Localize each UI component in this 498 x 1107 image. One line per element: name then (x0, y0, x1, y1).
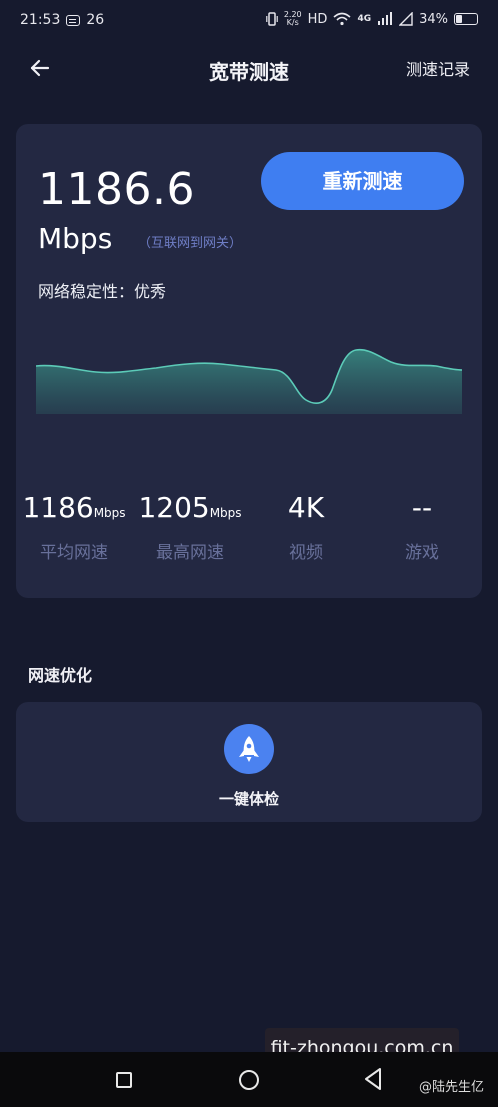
stat-unit: Mbps (93, 506, 126, 520)
signal2-icon (399, 12, 413, 26)
stat-number: 1186 (22, 491, 94, 524)
status-bar: 21:53 26 2.20 K/s HD 4G 34% (0, 0, 498, 44)
stat-value: 1186Mbps (16, 488, 132, 528)
battery-fill (456, 15, 462, 23)
signal-icon (378, 12, 393, 25)
stat-value: 4K (248, 488, 364, 528)
stat-unit: Mbps (209, 506, 242, 520)
speed-chart (36, 348, 462, 414)
notif-count: 26 (86, 12, 105, 28)
net-speed: 2.20 K/s (284, 11, 302, 27)
optimize-section-title: 网速优化 (28, 666, 93, 685)
stat-label: 最高网速 (156, 543, 224, 563)
battery-percent: 34% (419, 11, 448, 27)
net-type: 4G (357, 14, 372, 24)
stat-max: 1205Mbps 最高网速 (132, 488, 248, 563)
status-time: 21:53 (20, 12, 61, 28)
stat-label: 平均网速 (40, 543, 108, 563)
hd-label: HD (307, 11, 328, 27)
stat-average: 1186Mbps 平均网速 (16, 488, 132, 563)
system-nav-bar: @陆先生亿 (0, 1052, 498, 1107)
speed-note: （互联网到网关） (138, 236, 243, 251)
recents-icon[interactable] (116, 1072, 132, 1088)
retest-button[interactable]: 重新测速 (261, 152, 464, 210)
message-icon (66, 14, 81, 26)
result-card: 1186.6 Mbps （互联网到网关） 重新测速 网络稳定性：优秀 1186M… (16, 124, 482, 598)
nav-back-icon[interactable] (362, 1066, 384, 1092)
net-speed-unit: K/s (286, 18, 299, 27)
records-link[interactable]: 测速记录 (406, 56, 470, 80)
one-key-check-button[interactable] (224, 724, 274, 774)
stat-video: 4K 视频 (248, 488, 364, 563)
stat-number: 1205 (138, 491, 210, 524)
speed-value: 1186.6 (38, 164, 195, 215)
optimize-card[interactable]: 一键体检 (16, 702, 482, 822)
stat-value: -- (364, 488, 480, 528)
header: 宽带测速 测速记录 (0, 44, 498, 94)
stat-label: 游戏 (405, 543, 439, 563)
credit-text: @陆先生亿 (418, 1080, 484, 1095)
one-key-check-label[interactable]: 一键体检 (16, 788, 482, 809)
stat-label: 视频 (289, 543, 323, 563)
stat-number: -- (411, 491, 433, 524)
speed-unit: Mbps (38, 222, 113, 255)
stability-text: 网络稳定性：优秀 (38, 282, 167, 301)
status-right: 2.20 K/s HD 4G 34% (266, 11, 478, 27)
vibrate-icon (266, 12, 278, 26)
status-left: 21:53 26 (20, 12, 104, 28)
stat-game: -- 游戏 (364, 488, 480, 563)
home-icon[interactable] (239, 1070, 259, 1090)
chart-area (36, 349, 462, 414)
battery-icon (454, 13, 478, 25)
stats-row: 1186Mbps 平均网速 1205Mbps 最高网速 4K 视频 -- 游戏 (16, 488, 482, 578)
rocket-icon (239, 736, 259, 762)
stat-number: 4K (287, 491, 325, 524)
wifi-icon (333, 12, 351, 26)
stat-value: 1205Mbps (132, 488, 248, 528)
